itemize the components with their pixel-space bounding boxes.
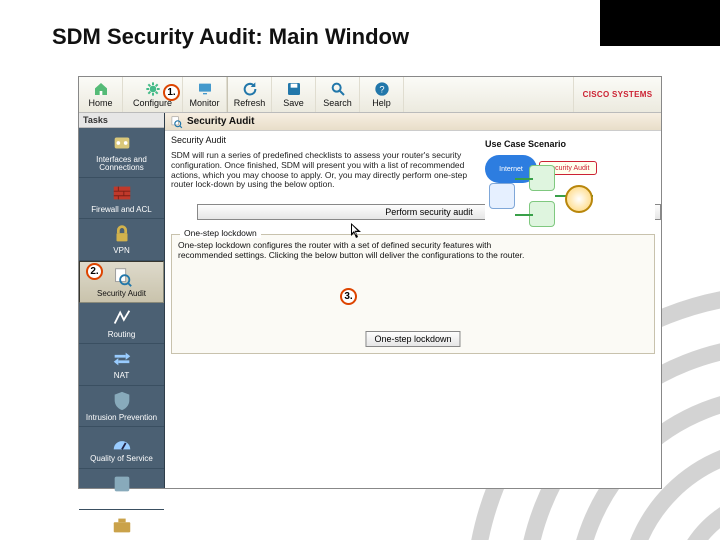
sidebar-item-firewall[interactable]: Firewall and ACL xyxy=(79,178,164,219)
sidebar-item-label: Quality of Service xyxy=(90,455,153,463)
interfaces-icon xyxy=(111,132,133,154)
toolbox-icon xyxy=(111,514,133,536)
lockdown-group: One-step lockdown One-step lockdown conf… xyxy=(171,234,655,354)
sidebar-item-qos[interactable]: Quality of Service xyxy=(79,427,164,468)
save-label: Save xyxy=(283,98,304,108)
refresh-icon xyxy=(242,81,258,97)
lock-icon xyxy=(111,223,133,245)
routing-icon xyxy=(111,307,133,329)
lockdown-text: One-step lockdown configures the router … xyxy=(178,241,538,261)
sidebar-item-label: Firewall and ACL xyxy=(91,206,151,214)
help-button[interactable]: ? Help xyxy=(360,77,404,112)
svg-text:?: ? xyxy=(379,84,384,94)
audit-icon xyxy=(169,115,183,129)
audit-icon xyxy=(111,266,133,288)
home-button[interactable]: Home xyxy=(79,77,123,112)
shield-icon xyxy=(111,390,133,412)
cisco-logo: CISCO SYSTEMS xyxy=(573,77,661,112)
help-label: Help xyxy=(372,98,391,108)
callout-3: 3. xyxy=(340,288,357,305)
search-label: Search xyxy=(323,98,352,108)
callout-2: 2. xyxy=(86,263,103,280)
sidebar-item-label: Security Audit xyxy=(97,290,146,298)
firewall-icon xyxy=(111,182,133,204)
sdm-window: Home Configure Monitor Refresh Save Se xyxy=(78,76,662,489)
home-label: Home xyxy=(88,98,112,108)
monitor-icon xyxy=(197,81,213,97)
help-icon: ? xyxy=(374,81,390,97)
toolbar-spacer xyxy=(404,77,573,112)
magnify-icon xyxy=(565,185,593,213)
content-header-label: Security Audit xyxy=(187,116,254,127)
sidebar-item-label: VPN xyxy=(113,247,129,255)
wire xyxy=(515,214,533,216)
sidebar-item-interfaces[interactable]: Interfaces and Connections xyxy=(79,128,164,178)
nac-icon xyxy=(111,473,133,495)
gauge-icon xyxy=(111,431,133,453)
save-icon xyxy=(286,81,302,97)
refresh-button[interactable]: Refresh xyxy=(228,77,272,112)
usecase-title: Use Case Scenario xyxy=(485,139,655,149)
sidebar-item-label: NAC xyxy=(113,497,130,505)
monitor-label: Monitor xyxy=(189,98,219,108)
save-button[interactable]: Save xyxy=(272,77,316,112)
content-pane: Security Audit Security Audit SDM will r… xyxy=(165,113,661,488)
home-icon xyxy=(93,81,109,97)
sidebar-item-vpn[interactable]: VPN xyxy=(79,219,164,260)
one-step-lockdown-button[interactable]: One-step lockdown xyxy=(365,331,460,347)
gear-icon xyxy=(145,81,161,97)
sidebar-item-label: NAT xyxy=(114,372,129,380)
content-header: Security Audit xyxy=(165,113,661,131)
sidebar-item-label: Interfaces and Connections xyxy=(81,156,162,173)
sidebar-item-nat[interactable]: NAT xyxy=(79,344,164,385)
tasks-pane: Tasks Interfaces and Connections Firewal… xyxy=(79,113,165,488)
refresh-label: Refresh xyxy=(234,98,266,108)
lockdown-title: One-step lockdown xyxy=(180,228,261,238)
sidebar-item-ips[interactable]: Intrusion Prevention xyxy=(79,386,164,427)
usecase-panel: Use Case Scenario Security Audit Interne… xyxy=(485,139,655,239)
sidebar-item-label: Routing xyxy=(108,331,136,339)
callout-1: 1. xyxy=(163,84,180,101)
sidebar-item-additional[interactable]: Additional Tasks xyxy=(79,510,164,540)
cursor-icon xyxy=(351,223,363,239)
router-icon xyxy=(489,183,515,209)
search-icon xyxy=(330,81,346,97)
wire xyxy=(515,178,533,180)
nat-icon xyxy=(111,348,133,370)
slide-title: SDM Security Audit: Main Window xyxy=(52,24,409,50)
search-button[interactable]: Search xyxy=(316,77,360,112)
audit-description: SDM will run a series of predefined chec… xyxy=(165,149,491,196)
slide-corner xyxy=(600,0,720,46)
sidebar-item-routing[interactable]: Routing xyxy=(79,303,164,344)
sidebar-item-nac[interactable]: NAC xyxy=(79,469,164,510)
sidebar-item-label: Intrusion Prevention xyxy=(86,414,157,422)
tasks-header: Tasks xyxy=(79,113,164,128)
usecase-diagram: Security Audit Internet xyxy=(485,155,655,239)
monitor-button[interactable]: Monitor xyxy=(183,77,227,112)
